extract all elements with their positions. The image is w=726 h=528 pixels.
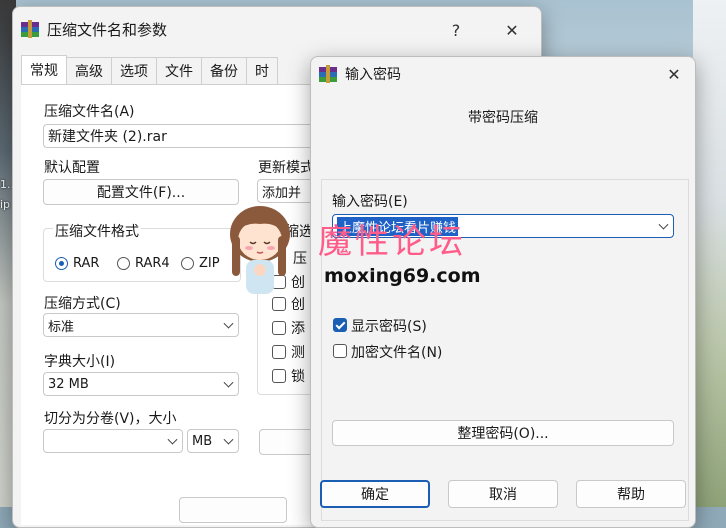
close-button[interactable]: ✕ xyxy=(659,59,689,89)
watermark-title: 魔性论坛 xyxy=(318,222,466,262)
tab-strip: 常规 高级 选项 文件 备份 时 xyxy=(21,55,278,85)
default-profile-label: 默认配置 xyxy=(44,160,100,176)
format-zip-radio[interactable]: ZIP xyxy=(181,256,220,271)
window-title: 压缩文件名和参数 xyxy=(47,20,168,39)
method-select[interactable]: 标准 xyxy=(43,313,239,337)
dialog-title-bar: 输入密码 xyxy=(311,57,695,91)
watermark-girl-icon xyxy=(230,206,290,294)
tab-advanced[interactable]: 高级 xyxy=(66,57,112,84)
dialog-title: 输入密码 xyxy=(345,67,401,83)
radio-icon xyxy=(117,257,130,270)
archive-name-input[interactable]: 新建文件夹 (2).rar xyxy=(43,124,343,148)
option-checkbox[interactable] xyxy=(272,321,286,335)
ok-button[interactable]: 确定 xyxy=(320,480,430,508)
desktop-label: ip xyxy=(0,198,11,211)
help-button[interactable]: ? xyxy=(441,15,471,45)
chevron-down-icon xyxy=(658,219,669,230)
chevron-down-icon xyxy=(223,318,234,329)
tab-files[interactable]: 文件 xyxy=(156,57,202,84)
split-size-select[interactable] xyxy=(43,429,183,453)
radio-icon xyxy=(181,257,194,270)
encrypt-names-checkbox[interactable] xyxy=(333,344,347,358)
tab-backup[interactable]: 备份 xyxy=(201,57,247,84)
help-button[interactable]: 帮助 xyxy=(576,480,686,508)
option-checkbox[interactable] xyxy=(272,345,286,359)
winrar-icon xyxy=(21,20,39,38)
show-password-checkbox[interactable] xyxy=(333,318,347,332)
password-dialog: 输入密码 ✕ 带密码压缩 输入密码(E) 上魔性论坛看片赚钱 显示密码(S) 加… xyxy=(310,56,696,528)
dict-select[interactable]: 32 MB xyxy=(43,372,239,396)
chevron-down-icon xyxy=(223,377,234,388)
show-password-label: 显示密码(S) xyxy=(351,319,427,335)
encrypt-names-label: 加密文件名(N) xyxy=(351,345,443,361)
format-group-label: 压缩文件格式 xyxy=(53,221,141,241)
update-mode-label: 更新模式 xyxy=(258,160,314,176)
archive-name-label: 压缩文件名(A) xyxy=(44,104,135,120)
format-rar4-radio[interactable]: RAR4 xyxy=(117,256,170,271)
desktop-right-edge xyxy=(693,0,726,507)
watermark-url: moxing69.com xyxy=(324,265,481,287)
dialog-heading: 带密码压缩 xyxy=(468,110,538,126)
chevron-down-icon xyxy=(167,434,178,445)
option-label: 添 xyxy=(291,321,305,337)
enter-password-label: 输入密码(E) xyxy=(332,194,408,210)
tab-time[interactable]: 时 xyxy=(246,57,278,84)
option-checkbox[interactable] xyxy=(272,369,286,383)
tab-general[interactable]: 常规 xyxy=(21,55,67,84)
split-label: 切分为分卷(V)，大小 xyxy=(44,411,177,427)
dict-label: 字典大小(I) xyxy=(44,354,116,370)
update-mode-value: 添加并 xyxy=(262,185,302,201)
profile-button[interactable]: 配置文件(F)... xyxy=(43,179,239,205)
close-button[interactable]: ✕ xyxy=(497,15,527,45)
option-label: 锁 xyxy=(291,369,305,385)
method-label: 压缩方式(C) xyxy=(44,296,121,312)
format-rar-radio[interactable]: RAR xyxy=(55,256,99,271)
winrar-icon xyxy=(319,65,337,83)
cancel-button[interactable]: 取消 xyxy=(448,480,558,508)
split-unit-select[interactable]: MB xyxy=(187,429,239,453)
ok-button-partial[interactable] xyxy=(179,497,287,523)
radio-selected-icon xyxy=(55,257,68,270)
option-label: 测 xyxy=(291,345,305,361)
organize-passwords-button[interactable]: 整理密码(O)... xyxy=(332,420,674,446)
tab-options[interactable]: 选项 xyxy=(111,57,157,84)
chevron-down-icon xyxy=(223,434,234,445)
